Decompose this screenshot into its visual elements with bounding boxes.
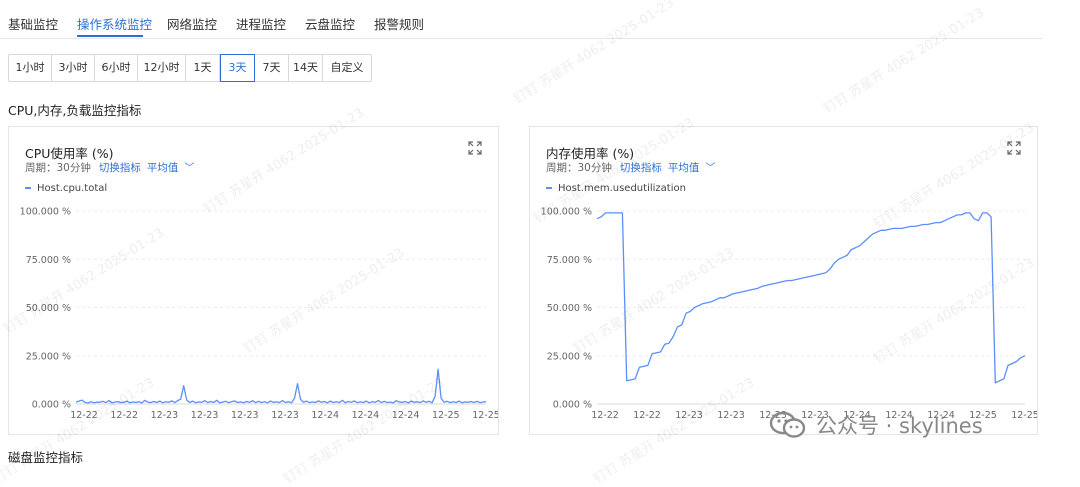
- section-title-cpu-mem-load: CPU,内存,负载监控指标: [8, 103, 142, 118]
- x-tick-label: 12-23: [231, 410, 259, 421]
- card-meta: 周期：30分钟 切换指标 平均值 ﹀: [25, 159, 194, 175]
- y-tick-label: 100.000 %: [20, 207, 71, 218]
- y-tick-label: 75.000 %: [547, 255, 592, 266]
- wechat-brand: 公众号 · skylines: [768, 410, 983, 440]
- monitor-tab-bar: 基础监控 操作系统监控 网络监控 进程监控 云盘监控 报警规则: [0, 0, 1042, 39]
- memory-usage-chart[interactable]: 0.000 % 25.000 % 50.000 % 75.000 % 100.000 %…: [530, 197, 1037, 434]
- card-meta: 周期：30分钟 切换指标 平均值 ﹀: [546, 159, 715, 175]
- range-3d-button[interactable]: 3天: [220, 54, 255, 82]
- x-tick-label: 12-25: [472, 410, 498, 421]
- section-title-disk: 磁盘监控指标: [8, 450, 84, 465]
- expand-icon[interactable]: [1007, 141, 1021, 155]
- chart-legend[interactable]: Host.cpu.total: [25, 183, 107, 194]
- wechat-icon: [769, 411, 806, 438]
- expand-icon[interactable]: [468, 141, 482, 155]
- y-tick-label: 100.000 %: [541, 207, 592, 218]
- chevron-down-icon[interactable]: ﹀: [705, 163, 715, 174]
- y-tick-label: 0.000 %: [32, 400, 71, 411]
- tab-process-monitor[interactable]: 进程监控: [236, 14, 286, 33]
- x-tick-label: 12-25: [432, 410, 460, 421]
- time-range-selector: 1小时 3小时 6小时 12小时 1天 3天 7天 14天 自定义: [8, 54, 372, 82]
- y-tick-label: 25.000 %: [547, 351, 592, 362]
- switch-metric-link[interactable]: 切换指标: [620, 162, 662, 174]
- x-tick-label: 12-23: [191, 410, 219, 421]
- chart-legend[interactable]: Host.mem.usedutilization: [546, 183, 686, 194]
- period-label: 周期：30分钟: [546, 162, 612, 174]
- period-label: 周期：30分钟: [25, 162, 91, 174]
- active-tab-indicator: [77, 35, 143, 37]
- tab-disk-monitor[interactable]: 云盘监控: [305, 14, 355, 33]
- x-tick-label: 12-24: [311, 410, 339, 421]
- y-tick-label: 50.000 %: [547, 303, 592, 314]
- y-tick-label: 50.000 %: [26, 303, 71, 314]
- aggregation-select[interactable]: 平均值: [668, 162, 700, 174]
- range-1h-button[interactable]: 1小时: [9, 55, 52, 81]
- y-tick-label: 0.000 %: [553, 400, 592, 411]
- tab-os-monitor[interactable]: 操作系统监控: [77, 14, 152, 33]
- range-custom-button[interactable]: 自定义: [323, 55, 371, 81]
- x-tick-label: 12-22: [70, 410, 98, 421]
- y-tick-label: 25.000 %: [26, 351, 71, 362]
- series-line: [596, 212, 1026, 384]
- x-tick-label: 12-22: [633, 410, 661, 421]
- legend-swatch: [25, 187, 31, 189]
- range-6h-button[interactable]: 6小时: [95, 55, 138, 81]
- cpu-usage-card: CPU使用率 (%) 周期：30分钟 切换指标 平均值 ﹀ Host.cpu.tota…: [8, 126, 499, 435]
- x-tick-label: 12-22: [591, 410, 619, 421]
- legend-swatch: [546, 187, 552, 189]
- cpu-usage-chart[interactable]: 0.000 % 25.000 % 50.000 % 75.000 % 100.000 %…: [9, 197, 498, 434]
- memory-usage-card: 内存使用率 (%) 周期：30分钟 切换指标 平均值 ﹀ Host.mem.usedu…: [529, 126, 1038, 435]
- series-line: [75, 368, 487, 404]
- brand-text: 公众号 · skylines: [816, 414, 983, 438]
- tab-alarm-rules[interactable]: 报警规则: [374, 14, 424, 33]
- x-tick-label: 12-25: [1011, 410, 1037, 421]
- x-tick-label: 12-24: [352, 410, 380, 421]
- range-1d-button[interactable]: 1天: [186, 55, 220, 81]
- x-tick-label: 12-22: [110, 410, 138, 421]
- x-tick-label: 12-23: [271, 410, 299, 421]
- tab-basic-monitor[interactable]: 基础监控: [8, 14, 58, 33]
- x-tick-label: 12-23: [675, 410, 703, 421]
- range-3h-button[interactable]: 3小时: [52, 55, 95, 81]
- legend-label: Host.cpu.total: [37, 183, 108, 194]
- tab-network-monitor[interactable]: 网络监控: [167, 14, 217, 33]
- chevron-down-icon[interactable]: ﹀: [184, 163, 194, 174]
- range-12h-button[interactable]: 12小时: [138, 55, 186, 81]
- x-tick-label: 12-23: [717, 410, 745, 421]
- x-tick-label: 12-24: [392, 410, 420, 421]
- range-7d-button[interactable]: 7天: [255, 55, 289, 81]
- aggregation-select[interactable]: 平均值: [147, 162, 179, 174]
- x-tick-label: 12-23: [151, 410, 179, 421]
- legend-label: Host.mem.usedutilization: [558, 183, 686, 194]
- y-tick-label: 75.000 %: [26, 255, 71, 266]
- range-14d-button[interactable]: 14天: [289, 55, 323, 81]
- switch-metric-link[interactable]: 切换指标: [99, 162, 141, 174]
